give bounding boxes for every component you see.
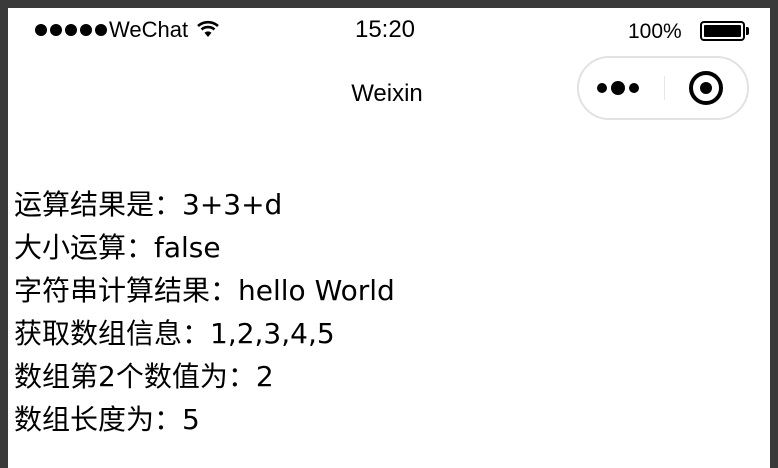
battery-icon (700, 21, 750, 41)
navigation-bar: Weixin (8, 52, 770, 132)
result-line: 大小运算：false (14, 231, 221, 264)
result-line: 数组第2个数值为：2 (14, 360, 274, 393)
content-area: 运算结果是：3+3+d 大小运算：false 字符串计算结果：hello Wor… (14, 183, 770, 441)
result-line: 运算结果是：3+3+d (14, 188, 283, 221)
more-dots-icon[interactable] (597, 76, 649, 100)
status-bar: WeChat 15:20 100% (8, 8, 770, 52)
result-line: 获取数组信息：1,2,3,4,5 (14, 317, 335, 350)
result-line: 字符串计算结果：hello World (14, 274, 395, 307)
capsule-menu (577, 56, 749, 120)
phone-screen: WeChat 15:20 100% Weixin 运算结果是：3+3+d 大小运… (8, 8, 770, 468)
capsule-divider (664, 76, 665, 100)
battery-percentage: 100% (628, 20, 682, 43)
battery-fill (704, 25, 741, 37)
result-line: 数组长度为：5 (14, 403, 200, 436)
target-close-icon[interactable] (689, 71, 723, 105)
